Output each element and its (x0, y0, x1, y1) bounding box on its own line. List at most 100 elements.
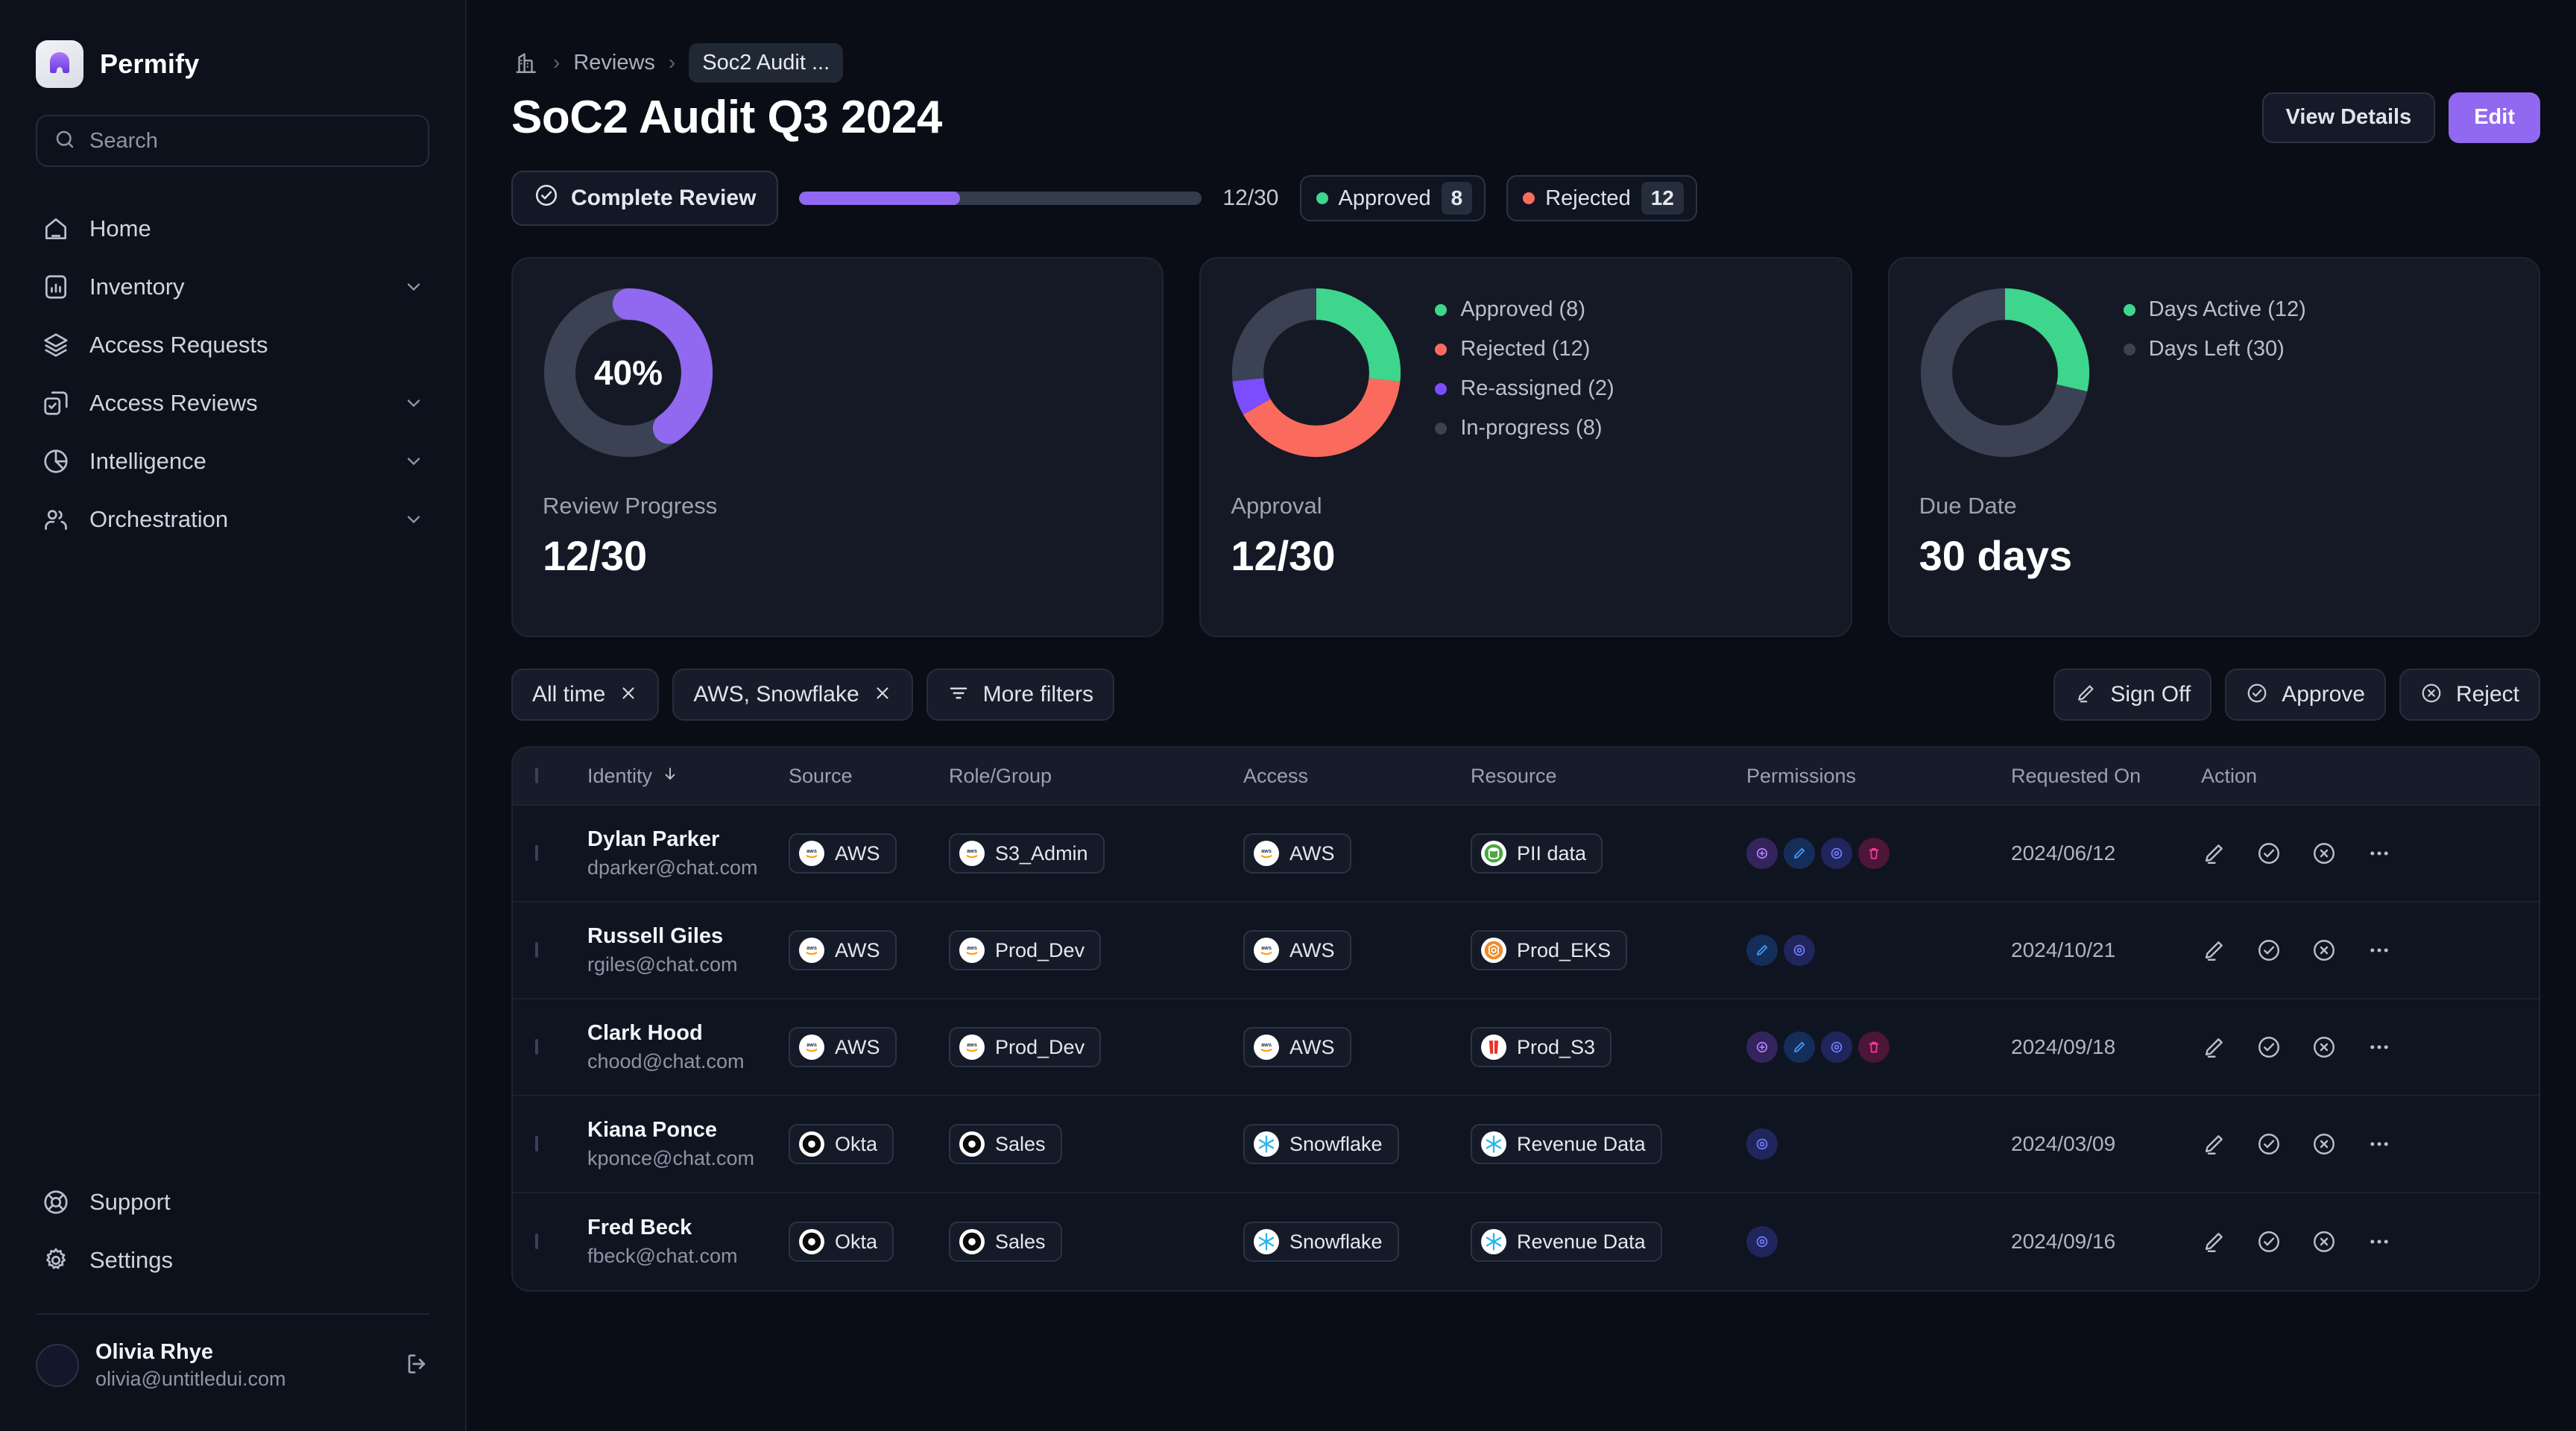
row-action-more[interactable] (2367, 1034, 2392, 1060)
chevron-down-icon[interactable] (402, 276, 425, 298)
resource-badge[interactable]: Revenue Data (1471, 1222, 1662, 1262)
complete-review-button[interactable]: Complete Review (511, 171, 779, 226)
resource-badge[interactable]: Prod_EKS (1471, 930, 1628, 970)
row-action-approve[interactable] (2256, 938, 2282, 963)
permission-view-icon[interactable] (1746, 1128, 1778, 1160)
permission-view-icon[interactable] (1821, 838, 1852, 869)
sidebar-item-access-requests[interactable]: Access Requests (27, 318, 438, 373)
sign-off-button[interactable]: Sign Off (2053, 669, 2212, 721)
building-icon[interactable] (511, 48, 540, 77)
chevron-down-icon[interactable] (402, 508, 425, 531)
row-action-reject[interactable] (2311, 1229, 2337, 1254)
row-checkbox[interactable] (535, 1039, 538, 1055)
resource-badge[interactable]: PII data (1471, 833, 1603, 874)
sidebar-item-intelligence[interactable]: Intelligence (27, 434, 438, 489)
permission-edit-icon[interactable] (1784, 1032, 1815, 1063)
permission-add-icon[interactable] (1746, 1032, 1778, 1063)
row-action-edit[interactable] (2201, 1034, 2226, 1060)
reject-button[interactable]: Reject (2399, 669, 2540, 721)
access-badge[interactable]: aws AWS (1243, 930, 1351, 970)
approve-button[interactable]: Approve (2225, 669, 2386, 721)
permission-add-icon[interactable] (1746, 838, 1778, 869)
row-action-approve[interactable] (2256, 1131, 2282, 1157)
layers-icon (40, 329, 72, 361)
table-row[interactable]: Kiana Ponce kponce@chat.com Okta Sales Snowf… (513, 1096, 2539, 1193)
sidebar-item-support[interactable]: Support (27, 1175, 438, 1230)
view-details-button[interactable]: View Details (2261, 92, 2436, 143)
permission-view-icon[interactable] (1784, 935, 1815, 966)
source-badge[interactable]: Okta (789, 1124, 894, 1164)
search-box[interactable] (36, 115, 429, 167)
table-row[interactable]: Russell Giles rgiles@chat.com aws AWS aws Pro… (513, 903, 2539, 999)
select-all-checkbox[interactable] (535, 768, 538, 783)
row-checkbox[interactable] (535, 1233, 538, 1249)
permission-edit-icon[interactable] (1746, 935, 1778, 966)
filter-chip-sources[interactable]: AWS, Snowflake (672, 669, 913, 721)
edit-button[interactable]: Edit (2449, 92, 2540, 143)
logout-icon[interactable] (404, 1351, 429, 1380)
row-action-edit[interactable] (2201, 1229, 2226, 1254)
row-action-more[interactable] (2367, 938, 2392, 963)
close-icon[interactable] (873, 683, 892, 707)
permission-delete-icon[interactable] (1858, 838, 1890, 869)
resource-badge[interactable]: Prod_S3 (1471, 1027, 1612, 1067)
breadcrumb-item-reviews[interactable]: Reviews (573, 51, 655, 75)
breadcrumb-separator: › (553, 51, 561, 74)
sidebar-item-access-reviews[interactable]: Access Reviews (27, 376, 438, 431)
close-icon[interactable] (619, 683, 638, 707)
permission-delete-icon[interactable] (1858, 1032, 1890, 1063)
source-badge[interactable]: aws AWS (789, 1027, 897, 1067)
row-action-edit[interactable] (2201, 1131, 2226, 1157)
row-action-edit[interactable] (2201, 938, 2226, 963)
access-badge[interactable]: Snowflake (1243, 1222, 1399, 1262)
status-badge-approved[interactable]: Approved 8 (1299, 175, 1486, 221)
row-action-approve[interactable] (2256, 1034, 2282, 1060)
search-input[interactable] (89, 128, 411, 154)
table-row[interactable]: Clark Hood chood@chat.com aws AWS aws Prod_De… (513, 999, 2539, 1096)
status-badge-rejected[interactable]: Rejected 12 (1506, 175, 1697, 221)
access-badge[interactable]: aws AWS (1243, 1027, 1351, 1067)
row-action-reject[interactable] (2311, 938, 2337, 963)
row-checkbox[interactable] (535, 942, 538, 958)
role-badge[interactable]: Sales (949, 1124, 1062, 1164)
sidebar-item-inventory[interactable]: Inventory (27, 259, 438, 315)
row-checkbox[interactable] (535, 1136, 538, 1152)
table-row[interactable]: Dylan Parker dparker@chat.com aws AWS aws S3_… (513, 806, 2539, 903)
sidebar-item-orchestration[interactable]: Orchestration (27, 492, 438, 547)
source-badge[interactable]: Okta (789, 1222, 894, 1262)
row-action-approve[interactable] (2256, 841, 2282, 866)
access-badge[interactable]: aws AWS (1243, 833, 1351, 874)
access-badge[interactable]: Snowflake (1243, 1124, 1399, 1164)
more-filters-button[interactable]: More filters (926, 669, 1115, 721)
role-badge[interactable]: aws Prod_Dev (949, 930, 1102, 970)
filter-chip-all-time[interactable]: All time (511, 669, 660, 721)
chevron-down-icon[interactable] (402, 450, 425, 473)
row-action-more[interactable] (2367, 1229, 2392, 1254)
row-action-approve[interactable] (2256, 1229, 2282, 1254)
row-action-reject[interactable] (2311, 1131, 2337, 1157)
row-checkbox[interactable] (535, 845, 538, 861)
table-row[interactable]: Fred Beck fbeck@chat.com Okta Sales Snowflak… (513, 1193, 2539, 1290)
row-action-edit[interactable] (2201, 841, 2226, 866)
permission-view-icon[interactable] (1746, 1226, 1778, 1257)
okta-logo-icon (799, 1131, 824, 1157)
breadcrumb-item-current[interactable]: Soc2 Audit ... (689, 42, 844, 83)
row-action-more[interactable] (2367, 1131, 2392, 1157)
column-header-identity[interactable]: Identity (587, 765, 789, 788)
role-badge[interactable]: aws S3_Admin (949, 833, 1105, 874)
resource-badge[interactable]: Revenue Data (1471, 1124, 1662, 1164)
source-badge[interactable]: aws AWS (789, 833, 897, 874)
sidebar-user[interactable]: Olivia Rhye olivia@untitledui.com (0, 1315, 465, 1431)
row-action-more[interactable] (2367, 841, 2392, 866)
source-badge[interactable]: aws AWS (789, 930, 897, 970)
role-badge[interactable]: Sales (949, 1222, 1062, 1262)
sidebar-item-settings[interactable]: Settings (27, 1233, 438, 1288)
sidebar-item-home[interactable]: Home (27, 201, 438, 256)
permission-view-icon[interactable] (1821, 1032, 1852, 1063)
permission-edit-icon[interactable] (1784, 838, 1815, 869)
brand[interactable]: Permify (0, 0, 465, 88)
row-action-reject[interactable] (2311, 841, 2337, 866)
chevron-down-icon[interactable] (402, 392, 425, 414)
row-action-reject[interactable] (2311, 1034, 2337, 1060)
role-badge[interactable]: aws Prod_Dev (949, 1027, 1102, 1067)
